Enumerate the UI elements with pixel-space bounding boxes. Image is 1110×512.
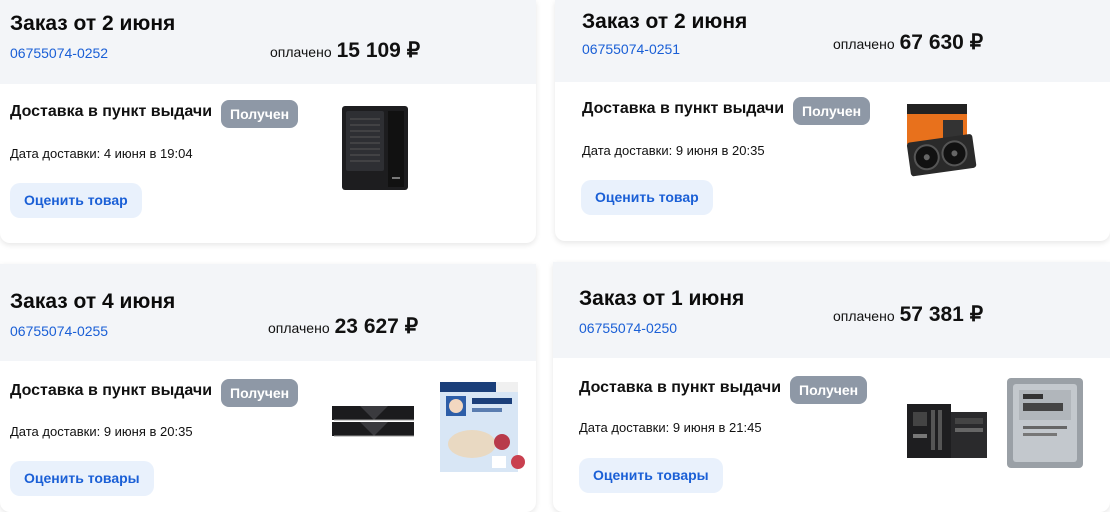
paid-label: оплачено (268, 320, 330, 336)
paid-sum: 67 630 ₽ (899, 31, 984, 54)
paid-label: оплачено (833, 308, 895, 324)
delivery-type: Доставка в пункт выдачи (579, 379, 782, 396)
delivery-type: Доставка в пункт выдачи (582, 100, 785, 117)
ram-modules-icon[interactable] (330, 402, 416, 442)
delivery-type: Доставка в пункт выдачи (10, 103, 213, 120)
rate-product-button[interactable]: Оценить товар (10, 183, 142, 218)
rate-product-button[interactable]: Оценить товар (581, 180, 713, 215)
status-badge: Получен (790, 376, 868, 404)
order-number-link[interactable]: 06755074-0252 (10, 45, 108, 61)
status-badge: Получен (221, 100, 299, 128)
order-paid: оплачено 57 381 ₽ (833, 302, 983, 327)
paid-sum: 57 381 ₽ (899, 303, 984, 326)
order-card: Заказ от 2 июня 06755074-0252 оплачено 15… (0, 0, 536, 243)
status-badge: Получен (221, 379, 299, 407)
motherboard-icon[interactable] (905, 398, 991, 462)
delivery-date: Дата доставки: 9 июня в 20:35 (582, 143, 765, 158)
paid-sum: 23 627 ₽ (334, 315, 419, 338)
order-title: Заказ от 2 июня (10, 12, 176, 35)
order-number-link[interactable]: 06755074-0250 (579, 320, 677, 336)
paid-label: оплачено (270, 44, 332, 60)
order-paid: оплачено 15 109 ₽ (270, 38, 420, 63)
order-card: Заказ от 4 июня 06755074-0255 оплачено 23… (0, 264, 536, 512)
graphics-card-icon[interactable] (903, 98, 979, 182)
status-badge: Получен (793, 97, 871, 125)
cpu-icon[interactable] (1005, 376, 1085, 470)
rate-products-button[interactable]: Оценить товары (579, 458, 723, 493)
order-number-link[interactable]: 06755074-0255 (10, 323, 108, 339)
paid-sum: 15 109 ₽ (336, 39, 421, 62)
order-paid: оплачено 67 630 ₽ (833, 30, 983, 55)
baby-food-box-icon[interactable] (436, 380, 530, 476)
order-title: Заказ от 1 июня (579, 287, 745, 310)
rate-products-button[interactable]: Оценить товары (10, 461, 154, 496)
delivery-date: Дата доставки: 9 июня в 20:35 (10, 424, 193, 439)
delivery-type: Доставка в пункт выдачи (10, 382, 213, 399)
order-card: Заказ от 2 июня 06755074-0251 оплачено 67… (555, 0, 1110, 241)
order-card: Заказ от 1 июня 06755074-0250 оплачено 57… (553, 262, 1110, 512)
order-number-link[interactable]: 06755074-0251 (582, 41, 680, 57)
delivery-date: Дата доставки: 9 июня в 21:45 (579, 420, 762, 435)
pc-case-icon[interactable] (340, 103, 412, 193)
order-title: Заказ от 4 июня (10, 290, 176, 313)
paid-label: оплачено (833, 36, 895, 52)
delivery-date: Дата доставки: 4 июня в 19:04 (10, 146, 193, 161)
order-paid: оплачено 23 627 ₽ (268, 314, 418, 339)
order-title: Заказ от 2 июня (582, 10, 748, 33)
